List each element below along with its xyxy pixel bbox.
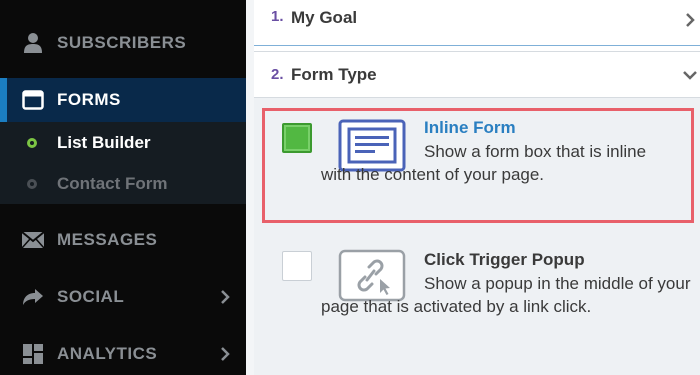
chevron-right-icon <box>218 290 232 304</box>
user-icon <box>21 31 45 55</box>
form-type-title: Click Trigger Popup <box>424 250 585 269</box>
sidebar-subitem-label: List Builder <box>57 132 151 152</box>
window-icon <box>21 88 45 112</box>
form-type-title: Inline Form <box>424 118 516 137</box>
inactive-dot-icon <box>27 178 37 189</box>
form-type-options: Inline Form Show a form box that is inli… <box>254 98 700 375</box>
share-arrow-icon <box>21 285 45 309</box>
unselected-checkbox[interactable] <box>282 251 312 281</box>
active-indicator <box>0 78 7 122</box>
step-form-type[interactable]: 2. Form Type <box>254 51 700 98</box>
form-type-option-inline[interactable]: Inline Form Show a form box that is inli… <box>262 108 694 223</box>
form-wizard: 1. My Goal 2. Form Type Inline Form Show… <box>254 0 700 375</box>
chevron-right-icon <box>218 347 232 361</box>
grid-icon <box>21 342 45 366</box>
step-title: Form Type <box>291 64 377 84</box>
sidebar-item-label: FORMS <box>57 90 121 109</box>
sidebar: SUBSCRIBERS FORMS List Builder Contact F… <box>0 0 246 375</box>
sidebar-item-analytics[interactable]: ANALYTICS <box>0 331 246 375</box>
sidebar-item-label: SOCIAL <box>57 287 125 306</box>
step-number: 2. <box>271 66 284 83</box>
sidebar-item-label: MESSAGES <box>57 230 158 249</box>
form-type-description: Show a form box that is inline with the … <box>321 142 647 184</box>
active-dot-icon <box>27 137 37 148</box>
sidebar-item-social[interactable]: SOCIAL <box>0 274 246 320</box>
sidebar-item-subscribers[interactable]: SUBSCRIBERS <box>0 20 246 66</box>
step-title: My Goal <box>291 8 358 27</box>
chevron-right-icon <box>682 12 698 28</box>
sidebar-subitem-list-builder[interactable]: List Builder <box>0 122 246 163</box>
form-type-description: Show a popup in the middle of your page … <box>321 274 691 316</box>
step-number: 1. <box>271 8 284 25</box>
selected-checkbox[interactable] <box>282 123 312 153</box>
sidebar-subitem-label: Contact Form <box>57 173 168 193</box>
sidebar-item-forms[interactable]: FORMS <box>0 78 246 122</box>
sidebar-item-label: SUBSCRIBERS <box>57 33 187 52</box>
envelope-icon <box>21 228 45 252</box>
sidebar-item-messages[interactable]: MESSAGES <box>0 217 246 263</box>
forms-submenu: List Builder Contact Form <box>0 122 246 204</box>
sidebar-item-label: ANALYTICS <box>57 344 158 363</box>
chevron-down-icon <box>682 67 698 83</box>
form-type-option-click-trigger-popup[interactable]: Click Trigger Popup Show a popup in the … <box>262 238 694 358</box>
step-my-goal[interactable]: 1. My Goal <box>254 0 700 46</box>
sidebar-subitem-contact-form[interactable]: Contact Form <box>0 163 246 204</box>
